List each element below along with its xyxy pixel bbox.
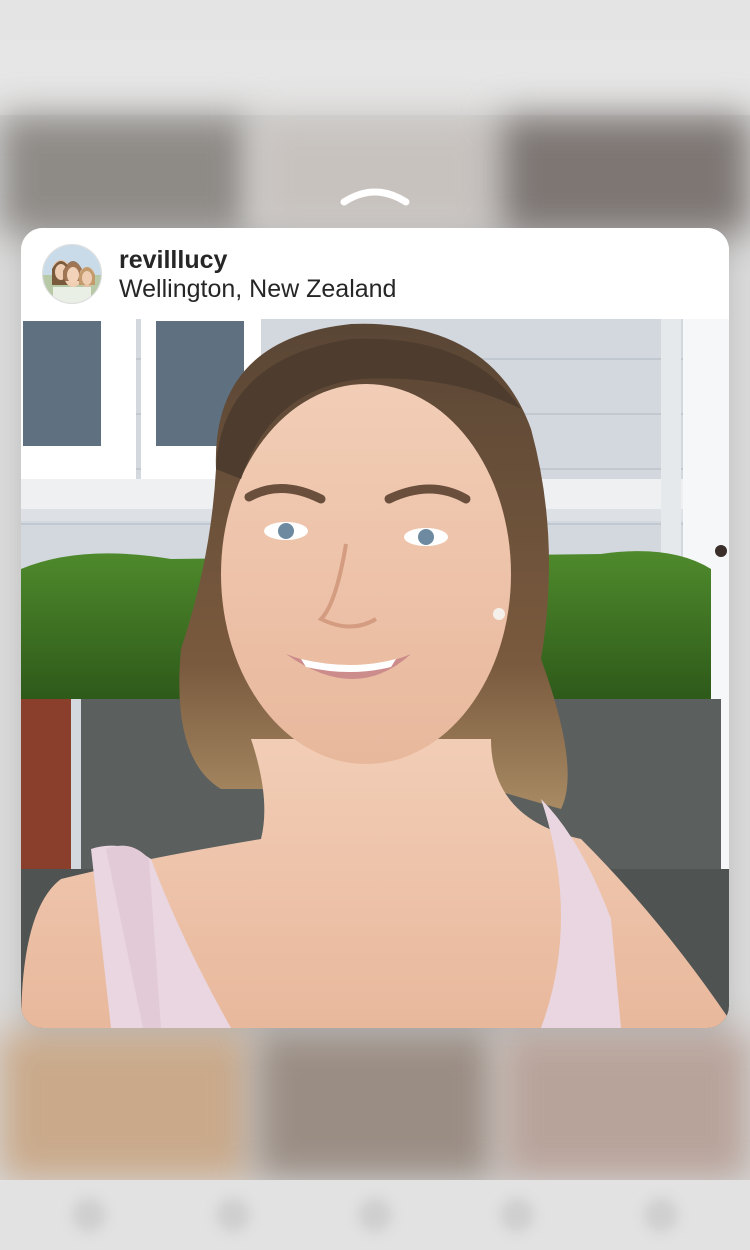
post-photo[interactable] — [21, 319, 729, 1028]
nav-bar — [0, 40, 750, 115]
blurred-tile — [0, 115, 250, 235]
blurred-tile — [0, 1030, 250, 1180]
post-header: revilllucy Wellington, New Zealand — [21, 228, 729, 320]
blurred-tile — [500, 115, 750, 235]
status-bar — [0, 0, 750, 40]
profile-icon — [644, 1198, 678, 1232]
blurred-tile — [255, 1030, 495, 1180]
chevron-up-icon[interactable] — [340, 180, 410, 210]
search-icon — [216, 1198, 250, 1232]
avatar[interactable] — [42, 244, 102, 304]
username[interactable]: revilllucy — [119, 245, 227, 275]
heart-icon — [500, 1198, 534, 1232]
blurred-tile — [500, 1030, 750, 1180]
post-preview-card[interactable]: revilllucy Wellington, New Zealand — [21, 228, 729, 1028]
blurred-tile — [255, 115, 495, 235]
location-label[interactable]: Wellington, New Zealand — [119, 274, 396, 304]
add-post-icon — [358, 1198, 392, 1232]
home-icon — [72, 1198, 106, 1232]
